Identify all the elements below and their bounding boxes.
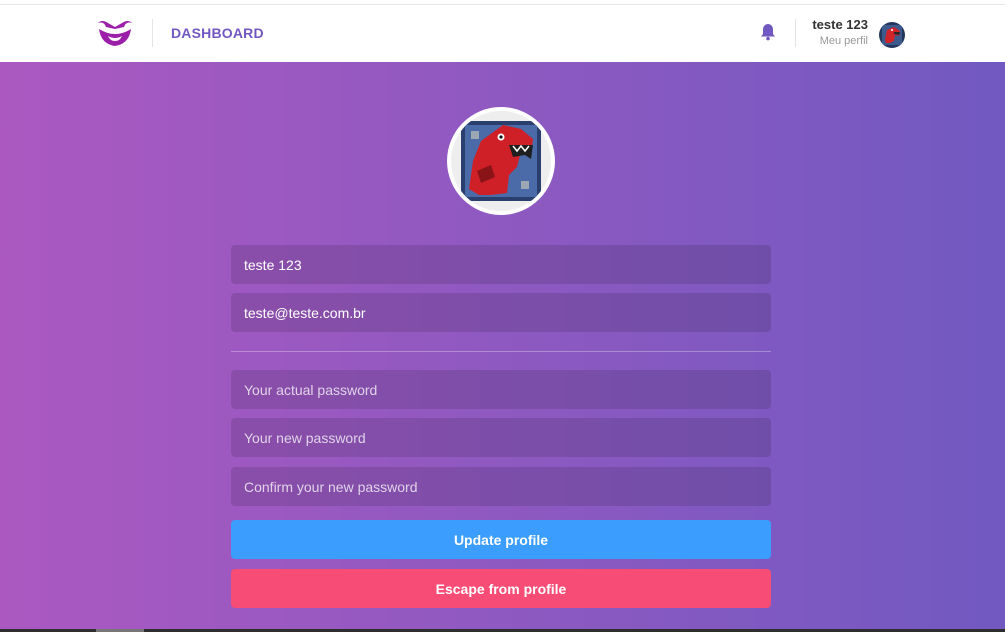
- form-divider: [231, 351, 771, 352]
- top-header: DASHBOARD teste 123 Meu perfil: [0, 4, 1005, 62]
- profile-info: teste 123 Meu perfil: [812, 17, 868, 47]
- my-profile-link[interactable]: Meu perfil: [812, 35, 868, 47]
- update-profile-button[interactable]: Update profile: [231, 520, 771, 559]
- profile-name: teste 123: [812, 17, 868, 32]
- header-divider-right: [795, 19, 796, 47]
- new-password-field[interactable]: [231, 418, 771, 457]
- name-field[interactable]: [231, 245, 771, 284]
- dashboard-link[interactable]: DASHBOARD: [171, 25, 264, 41]
- escape-profile-button[interactable]: Escape from profile: [231, 569, 771, 608]
- logo-icon[interactable]: [96, 17, 134, 49]
- dinosaur-avatar-image: [451, 111, 551, 211]
- profile-page: Update profile Escape from profile: [0, 62, 1005, 629]
- bell-icon[interactable]: [760, 23, 776, 41]
- dinosaur-avatar-image: [879, 22, 905, 48]
- avatar[interactable]: [879, 22, 905, 48]
- confirm-password-field[interactable]: [231, 467, 771, 506]
- email-field[interactable]: [231, 293, 771, 332]
- profile-avatar-large[interactable]: [447, 107, 555, 215]
- old-password-field[interactable]: [231, 370, 771, 409]
- header-divider: [152, 19, 153, 47]
